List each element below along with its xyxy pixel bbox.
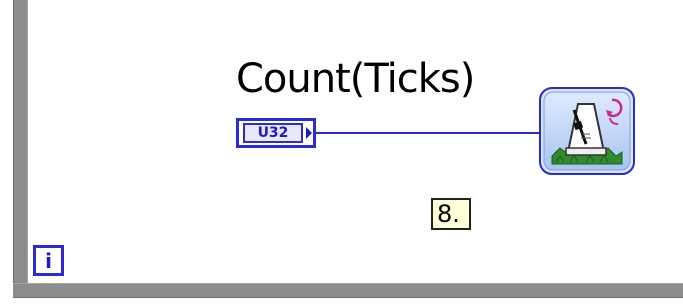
count-ticks-label[interactable]: Count(Ticks)	[236, 56, 475, 102]
while-loop-border-bottom[interactable]	[13, 283, 683, 298]
u32-control-terminal[interactable]: U32	[236, 118, 316, 148]
iteration-terminal[interactable]: i	[33, 245, 64, 276]
tick-count-function[interactable]	[538, 86, 636, 176]
numeric-constant[interactable]: 8.	[431, 198, 471, 230]
tick-count-metronome-icon	[539, 87, 635, 175]
terminal-output-arrow-icon	[306, 127, 312, 139]
u32-type-badge: U32	[243, 123, 303, 143]
u32-wire[interactable]	[316, 132, 541, 134]
while-loop-border-left[interactable]	[13, 0, 28, 296]
